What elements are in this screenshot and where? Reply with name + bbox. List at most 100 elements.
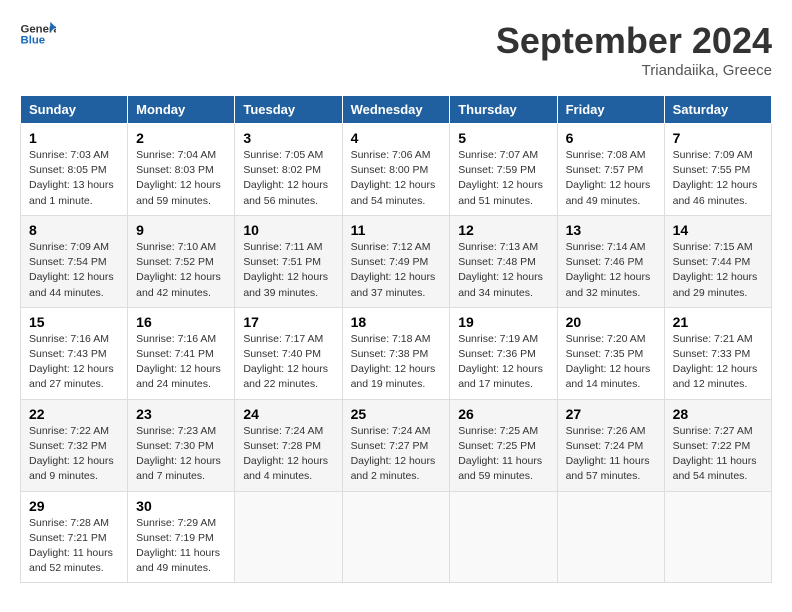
day-info: Sunrise: 7:13 AMSunset: 7:48 PMDaylight:… — [458, 240, 548, 301]
header-sunday: Sunday — [21, 96, 128, 124]
month-title: September 2024 — [496, 20, 772, 62]
day-info: Sunrise: 7:06 AMSunset: 8:00 PMDaylight:… — [351, 148, 442, 209]
day-number: 16 — [136, 314, 226, 330]
day-info: Sunrise: 7:14 AMSunset: 7:46 PMDaylight:… — [566, 240, 656, 301]
location-subtitle: Triandaiika, Greece — [496, 62, 772, 79]
day-number: 19 — [458, 314, 548, 330]
calendar-cell: 11 Sunrise: 7:12 AMSunset: 7:49 PMDayligh… — [342, 215, 450, 307]
day-info: Sunrise: 7:08 AMSunset: 7:57 PMDaylight:… — [566, 148, 656, 209]
calendar-cell — [342, 491, 450, 583]
calendar-cell — [664, 491, 771, 583]
day-number: 18 — [351, 314, 442, 330]
calendar-week-row: 15Sunrise: 7:16 AMSunset: 7:43 PMDayligh… — [21, 307, 772, 399]
calendar-cell: 21Sunrise: 7:21 AMSunset: 7:33 PMDayligh… — [664, 307, 771, 399]
calendar-table: SundayMondayTuesdayWednesdayThursdayFrid… — [20, 95, 772, 583]
day-info: Sunrise: 7:17 AMSunset: 7:40 PMDaylight:… — [243, 332, 333, 393]
day-info: Sunrise: 7:29 AMSunset: 7:19 PMDaylight:… — [136, 516, 226, 577]
calendar-cell: 15Sunrise: 7:16 AMSunset: 7:43 PMDayligh… — [21, 307, 128, 399]
day-number: 12 — [458, 222, 548, 238]
page-header: General Blue September 2024 Triandaiika,… — [20, 20, 772, 79]
day-info: Sunrise: 7:21 AMSunset: 7:33 PMDaylight:… — [673, 332, 763, 393]
calendar-cell: 10 Sunrise: 7:11 AMSunset: 7:51 PMDayligh… — [235, 215, 342, 307]
svg-text:Blue: Blue — [21, 35, 46, 47]
day-info: Sunrise: 7:11 AMSunset: 7:51 PMDaylight:… — [243, 240, 333, 301]
header-thursday: Thursday — [450, 96, 557, 124]
header-monday: Monday — [128, 96, 235, 124]
day-info: Sunrise: 7:26 AMSunset: 7:24 PMDaylight:… — [566, 424, 656, 485]
day-info: Sunrise: 7:24 AMSunset: 7:28 PMDaylight:… — [243, 424, 333, 485]
day-info: Sunrise: 7:09 AMSunset: 7:54 PMDaylight:… — [29, 240, 119, 301]
header-saturday: Saturday — [664, 96, 771, 124]
day-info: Sunrise: 7:23 AMSunset: 7:30 PMDaylight:… — [136, 424, 226, 485]
day-info: Sunrise: 7:03 AMSunset: 8:05 PMDaylight:… — [29, 148, 119, 209]
calendar-week-row: 8 Sunrise: 7:09 AMSunset: 7:54 PMDaylight… — [21, 215, 772, 307]
calendar-cell: 16 Sunrise: 7:16 AMSunset: 7:41 PMDayligh… — [128, 307, 235, 399]
day-number: 28 — [673, 406, 763, 422]
calendar-cell: 26Sunrise: 7:25 AMSunset: 7:25 PMDayligh… — [450, 399, 557, 491]
calendar-cell: 30Sunrise: 7:29 AMSunset: 7:19 PMDayligh… — [128, 491, 235, 583]
day-number: 1 — [29, 130, 119, 146]
day-number: 7 — [673, 130, 763, 146]
calendar-cell: 19 Sunrise: 7:19 AMSunset: 7:36 PMDayligh… — [450, 307, 557, 399]
day-info: Sunrise: 7:19 AMSunset: 7:36 PMDaylight:… — [458, 332, 548, 393]
day-info: Sunrise: 7:27 AMSunset: 7:22 PMDaylight:… — [673, 424, 763, 485]
day-number: 4 — [351, 130, 442, 146]
day-number: 14 — [673, 222, 763, 238]
calendar-cell: 8 Sunrise: 7:09 AMSunset: 7:54 PMDaylight… — [21, 215, 128, 307]
calendar-cell: 14 Sunrise: 7:15 AMSunset: 7:44 PMDayligh… — [664, 215, 771, 307]
calendar-cell: 1 Sunrise: 7:03 AMSunset: 8:05 PMDaylight… — [21, 124, 128, 216]
day-number: 17 — [243, 314, 333, 330]
day-number: 6 — [566, 130, 656, 146]
day-info: Sunrise: 7:18 AMSunset: 7:38 PMDaylight:… — [351, 332, 442, 393]
calendar-cell: 9 Sunrise: 7:10 AMSunset: 7:52 PMDaylight… — [128, 215, 235, 307]
day-number: 22 — [29, 406, 119, 422]
calendar-cell: 6 Sunrise: 7:08 AMSunset: 7:57 PMDaylight… — [557, 124, 664, 216]
calendar-cell: 20Sunrise: 7:20 AMSunset: 7:35 PMDayligh… — [557, 307, 664, 399]
day-info: Sunrise: 7:04 AMSunset: 8:03 PMDaylight:… — [136, 148, 226, 209]
calendar-cell: 5 Sunrise: 7:07 AMSunset: 7:59 PMDaylight… — [450, 124, 557, 216]
calendar-cell: 24 Sunrise: 7:24 AMSunset: 7:28 PMDayligh… — [235, 399, 342, 491]
calendar-header-row: SundayMondayTuesdayWednesdayThursdayFrid… — [21, 96, 772, 124]
day-number: 29 — [29, 498, 119, 514]
title-block: September 2024 Triandaiika, Greece — [496, 20, 772, 79]
day-number: 3 — [243, 130, 333, 146]
day-number: 5 — [458, 130, 548, 146]
logo-icon: General Blue — [20, 20, 56, 48]
calendar-cell: 22 Sunrise: 7:22 AMSunset: 7:32 PMDayligh… — [21, 399, 128, 491]
day-info: Sunrise: 7:12 AMSunset: 7:49 PMDaylight:… — [351, 240, 442, 301]
day-info: Sunrise: 7:20 AMSunset: 7:35 PMDaylight:… — [566, 332, 656, 393]
day-number: 2 — [136, 130, 226, 146]
day-info: Sunrise: 7:22 AMSunset: 7:32 PMDaylight:… — [29, 424, 119, 485]
day-number: 23 — [136, 406, 226, 422]
day-info: Sunrise: 7:07 AMSunset: 7:59 PMDaylight:… — [458, 148, 548, 209]
calendar-cell: 28 Sunrise: 7:27 AMSunset: 7:22 PMDayligh… — [664, 399, 771, 491]
calendar-cell: 4 Sunrise: 7:06 AMSunset: 8:00 PMDaylight… — [342, 124, 450, 216]
day-info: Sunrise: 7:24 AMSunset: 7:27 PMDaylight:… — [351, 424, 442, 485]
day-number: 24 — [243, 406, 333, 422]
calendar-cell — [450, 491, 557, 583]
day-number: 27 — [566, 406, 656, 422]
day-number: 9 — [136, 222, 226, 238]
day-number: 8 — [29, 222, 119, 238]
calendar-cell — [557, 491, 664, 583]
day-info: Sunrise: 7:16 AMSunset: 7:41 PMDaylight:… — [136, 332, 226, 393]
day-number: 13 — [566, 222, 656, 238]
calendar-cell — [235, 491, 342, 583]
day-info: Sunrise: 7:15 AMSunset: 7:44 PMDaylight:… — [673, 240, 763, 301]
day-info: Sunrise: 7:09 AMSunset: 7:55 PMDaylight:… — [673, 148, 763, 209]
calendar-week-row: 1 Sunrise: 7:03 AMSunset: 8:05 PMDaylight… — [21, 124, 772, 216]
day-number: 10 — [243, 222, 333, 238]
day-number: 26 — [458, 406, 548, 422]
calendar-cell: 3 Sunrise: 7:05 AMSunset: 8:02 PMDaylight… — [235, 124, 342, 216]
calendar-cell: 12 Sunrise: 7:13 AMSunset: 7:48 PMDayligh… — [450, 215, 557, 307]
day-info: Sunrise: 7:05 AMSunset: 8:02 PMDaylight:… — [243, 148, 333, 209]
calendar-week-row: 22 Sunrise: 7:22 AMSunset: 7:32 PMDayligh… — [21, 399, 772, 491]
day-number: 25 — [351, 406, 442, 422]
day-info: Sunrise: 7:10 AMSunset: 7:52 PMDaylight:… — [136, 240, 226, 301]
calendar-cell: 27 Sunrise: 7:26 AMSunset: 7:24 PMDayligh… — [557, 399, 664, 491]
calendar-cell: 29Sunrise: 7:28 AMSunset: 7:21 PMDayligh… — [21, 491, 128, 583]
header-wednesday: Wednesday — [342, 96, 450, 124]
calendar-cell: 18 Sunrise: 7:18 AMSunset: 7:38 PMDayligh… — [342, 307, 450, 399]
day-number: 11 — [351, 222, 442, 238]
calendar-cell: 13 Sunrise: 7:14 AMSunset: 7:46 PMDayligh… — [557, 215, 664, 307]
